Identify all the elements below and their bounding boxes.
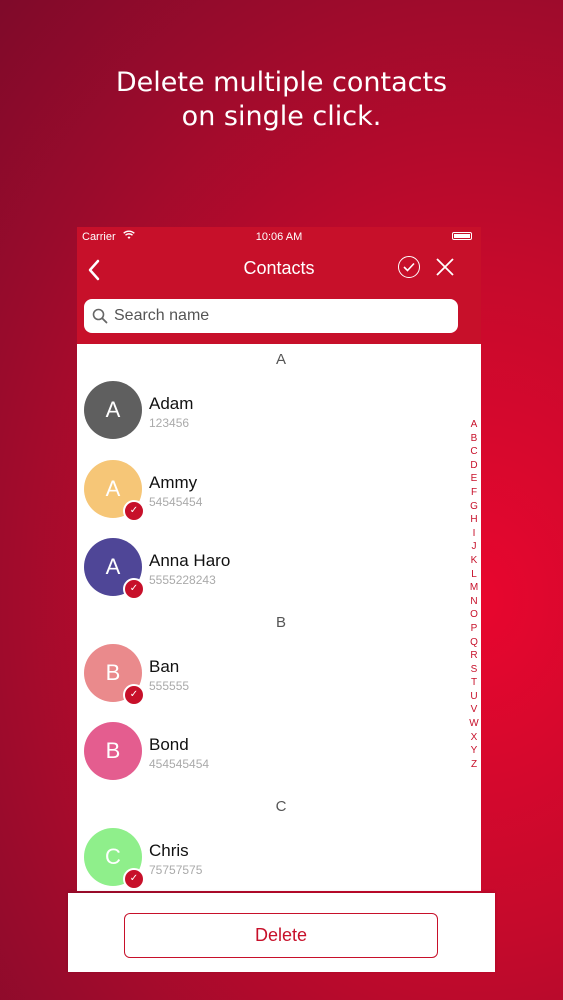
contact-row-chris[interactable]: C ✓ Chris 75757575 <box>77 828 457 891</box>
headline-line-2: on single click. <box>181 101 382 132</box>
index-letter-w[interactable]: W <box>467 717 481 731</box>
battery-icon <box>452 232 472 240</box>
index-letter-g[interactable]: G <box>467 500 481 514</box>
contact-phone: 54545454 <box>149 495 203 509</box>
selected-check-icon: ✓ <box>123 578 145 600</box>
avatar: B <box>84 722 142 780</box>
search-bar <box>77 291 481 344</box>
headline-line-1: Delete multiple contacts <box>115 67 448 98</box>
index-letter-l[interactable]: L <box>467 568 481 582</box>
index-letter-v[interactable]: V <box>467 703 481 717</box>
index-letter-a[interactable]: A <box>467 418 481 432</box>
contact-name: Chris <box>149 841 189 860</box>
index-letter-b[interactable]: B <box>467 432 481 446</box>
contact-name: Ban <box>149 657 180 676</box>
selected-check-icon: ✓ <box>123 684 145 706</box>
contact-phone: 454545454 <box>149 757 210 771</box>
contact-row-anna-haro[interactable]: A ✓ Anna Haro 5555228243 <box>77 538 457 602</box>
contact-row-ban[interactable]: B ✓ Ban 555555 <box>77 644 457 708</box>
index-letter-j[interactable]: J <box>467 540 481 554</box>
section-header-a: A <box>275 351 286 368</box>
selected-check-icon: ✓ <box>123 500 145 522</box>
index-letter-u[interactable]: U <box>467 690 481 704</box>
index-letter-q[interactable]: Q <box>467 636 481 650</box>
contact-phone: 75757575 <box>149 863 203 877</box>
contact-row-adam[interactable]: A Adam 123456 <box>77 381 457 445</box>
index-letter-e[interactable]: E <box>467 472 481 486</box>
avatar: A <box>84 381 142 439</box>
contact-phone: 555555 <box>149 679 190 693</box>
status-bar: Carrier 10:06 AM <box>77 227 481 247</box>
contact-phone: 123456 <box>149 416 190 430</box>
index-letter-n[interactable]: N <box>467 595 481 609</box>
index-letter-t[interactable]: T <box>467 676 481 690</box>
contact-name: Ammy <box>149 473 198 492</box>
index-letter-m[interactable]: M <box>467 581 481 595</box>
index-letter-z[interactable]: Z <box>467 758 481 772</box>
index-letter-y[interactable]: Y <box>467 744 481 758</box>
contact-row-bond[interactable]: B Bond 454545454 <box>77 722 457 786</box>
delete-button[interactable]: Delete <box>124 913 438 958</box>
phone-screen: Carrier 10:06 AM Contacts A A Adam 12345… <box>77 227 481 891</box>
section-header-c: C <box>275 798 287 815</box>
index-letter-f[interactable]: F <box>467 486 481 500</box>
index-letter-i[interactable]: I <box>467 527 481 541</box>
index-letter-p[interactable]: P <box>467 622 481 636</box>
close-icon[interactable] <box>435 253 455 282</box>
index-letter-s[interactable]: S <box>467 663 481 677</box>
selected-check-icon: ✓ <box>123 868 145 890</box>
nav-bar: Contacts <box>77 247 481 291</box>
index-letter-c[interactable]: C <box>467 445 481 459</box>
index-letter-h[interactable]: H <box>467 513 481 527</box>
index-letter-r[interactable]: R <box>467 649 481 663</box>
headline: Delete multiple contacts on single click… <box>0 66 563 134</box>
alphabet-index: ABCDEFGHIJKLMNOPQRSTUVWXYZ <box>467 418 481 771</box>
contact-row-ammy[interactable]: A ✓ Ammy 54545454 <box>77 460 457 524</box>
contact-phone: 5555228243 <box>149 573 216 587</box>
page-title: Contacts <box>243 258 315 278</box>
contact-name: Adam <box>149 394 194 413</box>
clock: 10:06 AM <box>255 231 303 243</box>
index-letter-k[interactable]: K <box>467 554 481 568</box>
contact-name: Bond <box>149 735 189 754</box>
index-letter-x[interactable]: X <box>467 731 481 745</box>
confirm-check-icon[interactable] <box>398 256 420 278</box>
search-input[interactable] <box>114 299 444 333</box>
index-letter-o[interactable]: O <box>467 608 481 622</box>
bottom-action-bar: Delete <box>68 893 495 972</box>
section-header-b: B <box>275 614 286 631</box>
search-icon <box>92 308 108 324</box>
index-letter-d[interactable]: D <box>467 459 481 473</box>
search-box[interactable] <box>84 299 458 333</box>
contact-name: Anna Haro <box>149 551 231 570</box>
